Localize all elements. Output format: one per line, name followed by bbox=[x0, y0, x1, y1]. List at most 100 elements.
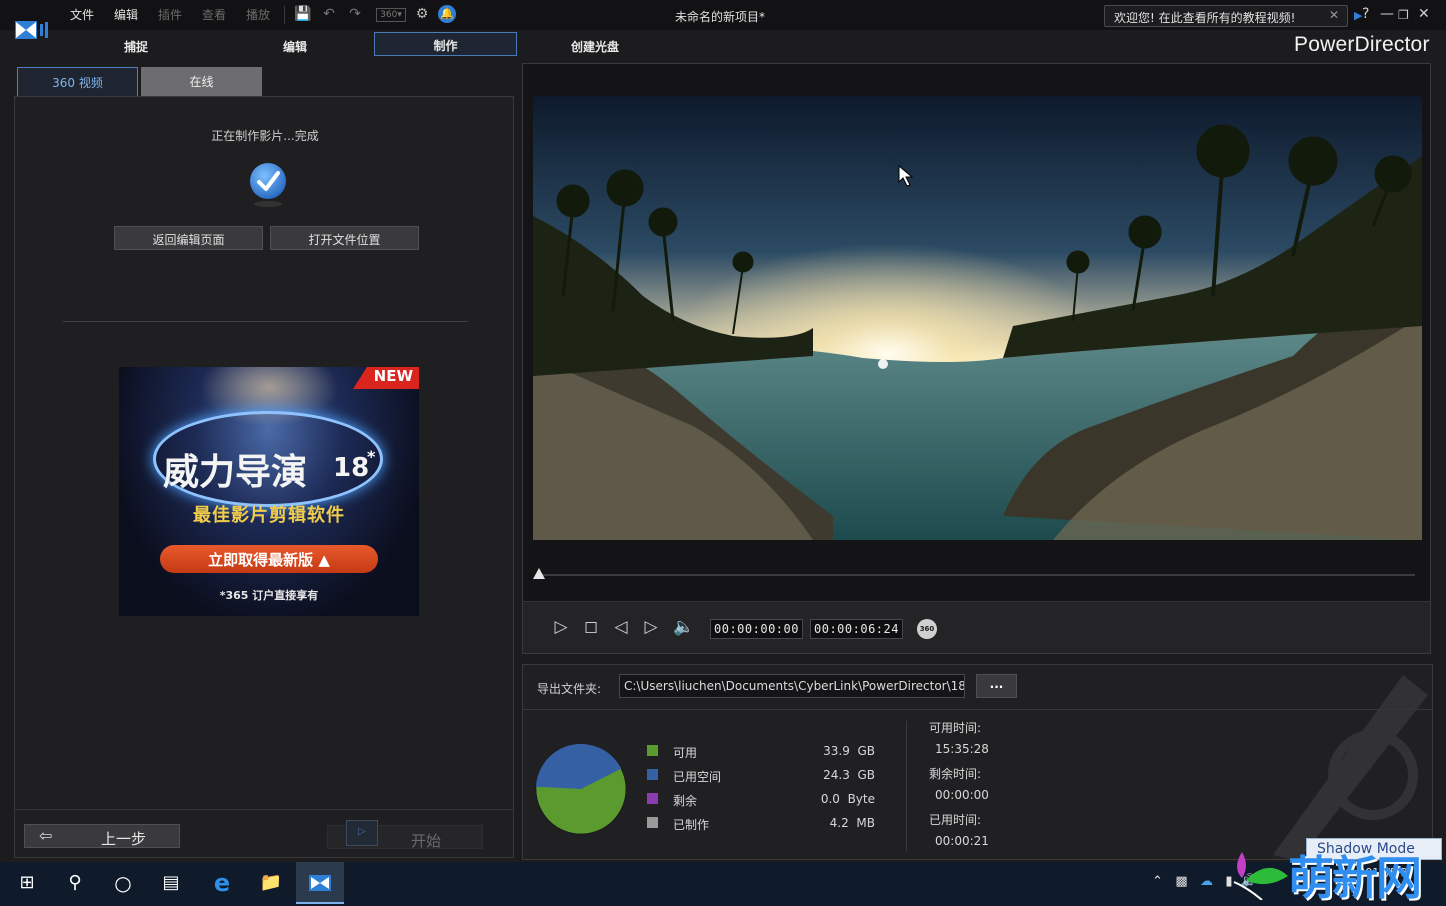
legend-swatch bbox=[647, 745, 658, 756]
tab-create-disc[interactable]: 创建光盘 bbox=[571, 38, 619, 55]
tab-produce[interactable]: 制作 bbox=[374, 32, 517, 56]
divider bbox=[63, 321, 468, 322]
close-icon[interactable]: ✕ bbox=[1329, 8, 1339, 22]
upgrade-arrow-icon: ▲ bbox=[318, 551, 330, 569]
windows-start-icon[interactable]: ⊞ bbox=[3, 862, 51, 904]
network-icon[interactable]: ▩ bbox=[1175, 874, 1187, 889]
promo-note: *365 订户直接享有 bbox=[219, 589, 319, 602]
powerdirector-window: 文件 编辑 插件 查看 播放 💾 ↶ ↷ 360▾ ⚙ 🔔 未命名的新项目* 欢… bbox=[0, 0, 1446, 906]
volume-icon[interactable]: 🔈 bbox=[673, 616, 695, 638]
file-explorer-icon[interactable]: 📁 bbox=[247, 862, 295, 904]
legend-row-available: 可用 33.9 GB bbox=[647, 743, 875, 761]
available-time-value: 15:35:28 bbox=[935, 742, 989, 756]
tab-edit[interactable]: 编辑 bbox=[283, 38, 307, 55]
powerdirector-logo-icon bbox=[15, 21, 48, 39]
tab-360-video[interactable]: 360 视频 bbox=[17, 67, 138, 96]
site-watermark: 萌新网 bbox=[1228, 842, 1442, 905]
footer-divider bbox=[15, 809, 513, 810]
close-window-icon[interactable]: ✕ bbox=[1418, 6, 1430, 22]
open-file-location-button[interactable]: 打开文件位置 bbox=[270, 226, 419, 250]
legend-swatch bbox=[647, 793, 658, 804]
restore-icon[interactable]: ❐ bbox=[1398, 8, 1409, 22]
redo-icon[interactable]: ↷ bbox=[346, 5, 364, 23]
onedrive-icon[interactable]: ☁ bbox=[1200, 874, 1213, 889]
previous-button[interactable]: ⇦ 上一步 bbox=[24, 824, 180, 848]
menu-plugins[interactable]: 插件 bbox=[158, 6, 182, 23]
undo-icon[interactable]: ↶ bbox=[320, 5, 338, 23]
minimize-icon[interactable]: — bbox=[1380, 6, 1394, 22]
search-icon[interactable]: ⚲ bbox=[51, 862, 99, 904]
check-complete-icon bbox=[250, 163, 286, 207]
task-view-icon[interactable]: ▤ bbox=[147, 862, 195, 904]
export-folder-label: 导出文件夹: bbox=[537, 682, 602, 696]
360-view-button[interactable]: 360 bbox=[917, 619, 937, 639]
used-time-value: 00:00:21 bbox=[935, 834, 989, 848]
next-frame-icon[interactable]: ▷ bbox=[640, 616, 662, 638]
welcome-banner[interactable]: 欢迎您! 在此查看所有的教程视频! ✕ bbox=[1104, 5, 1348, 27]
promo-cta-button[interactable]: 立即取得最新版 ▲ bbox=[160, 545, 378, 573]
legend-row-used: 已用空间 24.3 GB bbox=[647, 767, 875, 785]
menu-divider bbox=[284, 6, 285, 24]
scrub-bar[interactable] bbox=[539, 574, 1415, 576]
back-to-edit-button[interactable]: 返回编辑页面 bbox=[114, 226, 263, 250]
start-button: ▷ 开始 bbox=[327, 820, 483, 850]
export-folder-input[interactable]: C:\Users\liuchen\Documents\CyberLink\Pow… bbox=[619, 674, 965, 698]
tab-capture[interactable]: 捕捉 bbox=[124, 38, 148, 55]
help-button[interactable]: ? bbox=[1362, 6, 1369, 22]
start-label: 开始 bbox=[411, 832, 442, 850]
menu-edit[interactable]: 编辑 bbox=[114, 6, 138, 23]
legend-row-remaining: 剩余 0.0 Byte bbox=[647, 791, 875, 809]
output-panel: 导出文件夹: C:\Users\liuchen\Documents\CyberL… bbox=[522, 664, 1433, 860]
title-bar: 文件 编辑 插件 查看 播放 💾 ↶ ↷ 360▾ ⚙ 🔔 未命名的新项目* 欢… bbox=[0, 0, 1446, 39]
promo-asterisk: * bbox=[367, 447, 376, 466]
scrub-handle[interactable] bbox=[533, 568, 545, 579]
legend-value: 0.0 Byte bbox=[820, 792, 875, 806]
produce-status-panel: 正在制作影片...完成 返回编辑页面 打开文件位置 NEW 威力导演 18 * … bbox=[14, 96, 514, 858]
preview-video-frame[interactable] bbox=[533, 96, 1422, 540]
previous-label: 上一步 bbox=[101, 830, 147, 848]
playback-controls: ▷ ◻ ◁ ▷ 🔈 00:00:00:00 00:00:06:24 360 bbox=[523, 601, 1430, 653]
powerdirector-taskbar-icon[interactable] bbox=[296, 862, 344, 904]
used-time-label: 已用时间: bbox=[929, 813, 982, 827]
preview-panel: ▷ ◻ ◁ ▷ 🔈 00:00:00:00 00:00:06:24 360 bbox=[522, 63, 1431, 654]
output-divider bbox=[523, 709, 1432, 710]
previous-frame-icon[interactable]: ◁ bbox=[610, 616, 632, 638]
welcome-text: 欢迎您! 在此查看所有的教程视频! bbox=[1114, 11, 1296, 25]
legend-label: 可用 bbox=[673, 746, 698, 760]
legend-swatch bbox=[647, 769, 658, 780]
notification-bell-icon[interactable]: 🔔 bbox=[438, 5, 456, 23]
promo-title: 威力导演 bbox=[163, 451, 308, 493]
menu-playback[interactable]: 播放 bbox=[246, 6, 270, 23]
chevron-up-icon[interactable]: ⌃ bbox=[1152, 874, 1163, 889]
film-icon: ▷ bbox=[346, 820, 378, 846]
tab-online[interactable]: 在线 bbox=[141, 67, 262, 96]
save-icon[interactable]: 💾 bbox=[294, 5, 312, 23]
stop-icon[interactable]: ◻ bbox=[580, 616, 602, 638]
legend-label: 已用空间 bbox=[673, 770, 722, 784]
edge-browser-icon[interactable]: e bbox=[198, 862, 246, 904]
menu-file[interactable]: 文件 bbox=[70, 6, 94, 23]
360-dropdown-icon[interactable]: 360▾ bbox=[376, 8, 406, 22]
current-timecode: 00:00:00:00 bbox=[710, 619, 803, 639]
powerdirector-logo-icon bbox=[309, 875, 331, 891]
menu-view[interactable]: 查看 bbox=[202, 6, 226, 23]
play-icon[interactable]: ▷ bbox=[550, 616, 572, 638]
leaf-logo-icon bbox=[1233, 852, 1288, 900]
promo-banner[interactable]: NEW 威力导演 18 * 最佳影片剪辑软件 立即取得最新版 ▲ *365 订户… bbox=[119, 367, 419, 616]
browse-folder-button[interactable]: ... bbox=[976, 674, 1017, 698]
legend-label: 已制作 bbox=[673, 818, 710, 832]
brand-title: PowerDirector bbox=[1294, 33, 1430, 56]
output-vertical-divider bbox=[906, 721, 907, 851]
remaining-time-value: 00:00:00 bbox=[935, 788, 989, 802]
new-badge: NEW bbox=[353, 367, 419, 389]
settings-gear-icon[interactable]: ⚙ bbox=[413, 5, 431, 23]
total-timecode: 00:00:06:24 bbox=[810, 619, 903, 639]
legend-row-produced: 已制作 4.2 MB bbox=[647, 815, 875, 833]
promo-subtitle: 最佳影片剪辑软件 bbox=[193, 505, 345, 526]
promo-cta-label: 立即取得最新版 bbox=[208, 551, 314, 569]
cortana-icon[interactable]: ○ bbox=[99, 862, 147, 904]
promo-version: 18 bbox=[333, 453, 370, 483]
production-status-text: 正在制作影片...完成 bbox=[211, 129, 319, 143]
film-watermark-icon bbox=[1273, 675, 1428, 859]
arrow-left-icon: ⇦ bbox=[39, 826, 53, 845]
